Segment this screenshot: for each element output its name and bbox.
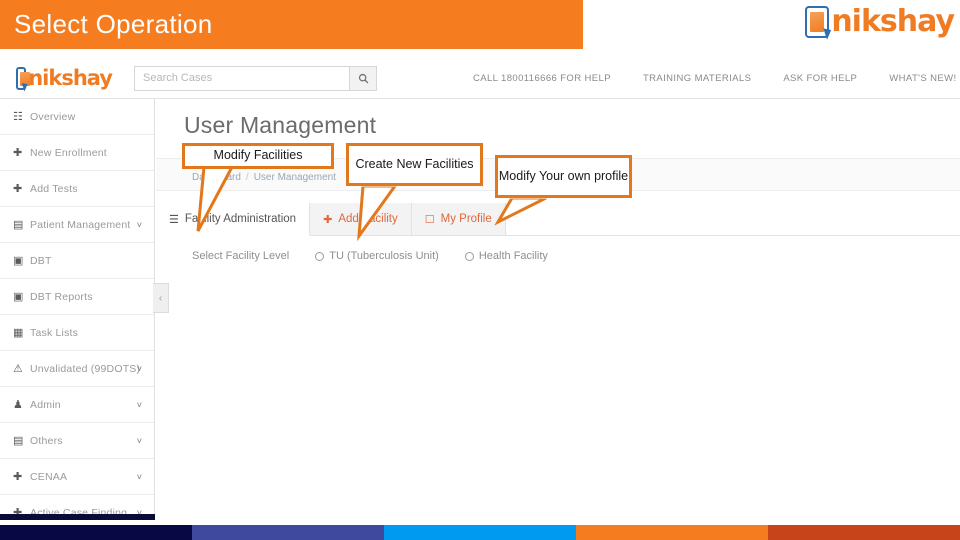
sidebar-item-cenaa[interactable]: ✚ CENAA ˅ bbox=[0, 459, 154, 495]
plus-icon: ✚ bbox=[323, 213, 333, 226]
search-button[interactable] bbox=[349, 65, 377, 91]
sidebar-collapse-toggle[interactable]: ‹ bbox=[153, 283, 169, 313]
briefcase-icon: ▤ bbox=[13, 435, 24, 447]
nav-link-ask-for-help[interactable]: ASK FOR HELP bbox=[767, 73, 873, 84]
facility-level-label: Select Facility Level bbox=[192, 250, 290, 262]
navbar-brand[interactable]: nikshay bbox=[16, 65, 113, 90]
sidebar-item-new-enrollment[interactable]: ✚ New Enrollment bbox=[0, 135, 154, 171]
callout-modify-facilities-tail bbox=[196, 165, 236, 232]
chart-icon: ▣ bbox=[13, 255, 24, 267]
sidebar-item-dbt-reports[interactable]: ▣ DBT Reports bbox=[0, 279, 154, 315]
sidebar-item-label: DBT Reports bbox=[30, 290, 93, 303]
callout-text: Modify Your own profile bbox=[498, 168, 629, 183]
nav-link-whats-new[interactable]: WHAT'S NEW! bbox=[873, 73, 960, 84]
nav-link-training-materials[interactable]: TRAINING MATERIALS bbox=[627, 73, 767, 84]
chevron-down-icon: ˅ bbox=[136, 219, 142, 230]
grid-icon: ▦ bbox=[13, 327, 24, 339]
slide-title-banner: Select Operation bbox=[0, 0, 583, 49]
search-icon bbox=[358, 73, 368, 83]
callout-modify-your-own-profile: Modify Your own profile bbox=[495, 155, 632, 198]
callout-text: Create New Facilities bbox=[355, 156, 474, 171]
footer-segment-2 bbox=[192, 525, 384, 540]
callout-create-new-facilities-tail bbox=[357, 184, 399, 242]
sidebar-item-label: Unvalidated (99DOTS) bbox=[30, 362, 141, 375]
footer-segment-5 bbox=[768, 525, 960, 540]
sidebar-item-label: Others bbox=[30, 434, 63, 447]
plus-icon: ✚ bbox=[13, 147, 23, 159]
sidebar-item-label: Add Tests bbox=[30, 182, 78, 195]
briefcase-icon: ▤ bbox=[13, 219, 24, 231]
sidebar: ☷ Overview ✚ New Enrollment ✚ Add Tests … bbox=[0, 99, 155, 531]
report-icon: ▣ bbox=[13, 291, 24, 303]
footer-color-bar bbox=[0, 525, 960, 540]
slide-brand-logo: nikshay bbox=[805, 4, 955, 39]
navbar-links: CALL 1800116666 FOR HELP TRAINING MATERI… bbox=[457, 73, 960, 84]
sidebar-item-task-lists[interactable]: ▦ Task Lists bbox=[0, 315, 154, 351]
sidebar-item-add-tests[interactable]: ✚ Add Tests bbox=[0, 171, 154, 207]
search-input[interactable] bbox=[134, 65, 349, 91]
nav-link-call-help[interactable]: CALL 1800116666 FOR HELP bbox=[457, 73, 627, 84]
chevron-down-icon: ˅ bbox=[136, 471, 142, 482]
slide-root: Select Operation nikshay nikshay CALL 18… bbox=[0, 0, 960, 540]
sidebar-item-unvalidated-99dots[interactable]: ⚠ Unvalidated (99DOTS) ˅ bbox=[0, 351, 154, 387]
sidebar-item-admin[interactable]: ♟ Admin ˅ bbox=[0, 387, 154, 423]
callout-create-new-facilities: Create New Facilities bbox=[346, 143, 483, 186]
plus-icon: ✚ bbox=[13, 183, 23, 195]
callout-text: Modify Facilities bbox=[213, 148, 303, 163]
sidebar-item-patient-management[interactable]: ▤ Patient Management ˅ bbox=[0, 207, 154, 243]
user-icon: ♟ bbox=[13, 399, 23, 411]
slide-title: Select Operation bbox=[14, 9, 213, 39]
navbar-brand-text: nikshay bbox=[28, 65, 113, 90]
callout-modify-your-own-profile-tail bbox=[494, 196, 550, 226]
app-navbar: nikshay CALL 1800116666 FOR HELP TRAININ… bbox=[0, 58, 960, 99]
chevron-down-icon: ˅ bbox=[136, 435, 142, 446]
footer-segment-3 bbox=[384, 525, 576, 540]
sidebar-item-others[interactable]: ▤ Others ˅ bbox=[0, 423, 154, 459]
sidebar-item-overview[interactable]: ☷ Overview bbox=[0, 99, 154, 135]
sidebar-item-label: DBT bbox=[30, 254, 52, 267]
mobile-device-icon bbox=[805, 6, 830, 38]
sidebar-bottom-accent bbox=[0, 514, 155, 520]
slide-brand-logo-text: nikshay bbox=[831, 4, 955, 39]
footer-segment-1 bbox=[0, 525, 192, 540]
sidebar-item-label: Patient Management bbox=[30, 218, 131, 231]
list-icon: ☰ bbox=[169, 213, 179, 226]
chevron-down-icon: ˅ bbox=[136, 399, 142, 410]
chevron-down-icon: ˅ bbox=[136, 363, 142, 374]
callout-modify-facilities: Modify Facilities bbox=[182, 143, 334, 169]
sidebar-item-label: Overview bbox=[30, 110, 76, 123]
sidebar-item-label: New Enrollment bbox=[30, 146, 107, 159]
sidebar-item-label: Task Lists bbox=[30, 326, 79, 339]
mobile-device-icon bbox=[16, 66, 31, 90]
sidebar-item-label: CENAA bbox=[30, 470, 68, 483]
search-box bbox=[134, 65, 377, 91]
chevron-left-icon: ‹ bbox=[158, 292, 163, 304]
page-title: User Management bbox=[184, 112, 377, 138]
radio-icon bbox=[315, 251, 325, 261]
navbar-brand-logo: nikshay bbox=[16, 65, 113, 90]
sidebar-item-label: Admin bbox=[30, 398, 61, 411]
sidebar-item-dbt[interactable]: ▣ DBT bbox=[0, 243, 154, 279]
footer-segment-4 bbox=[576, 525, 768, 540]
warning-icon: ⚠ bbox=[13, 363, 23, 375]
plus-icon: ✚ bbox=[13, 471, 23, 483]
overview-icon: ☷ bbox=[13, 111, 23, 123]
